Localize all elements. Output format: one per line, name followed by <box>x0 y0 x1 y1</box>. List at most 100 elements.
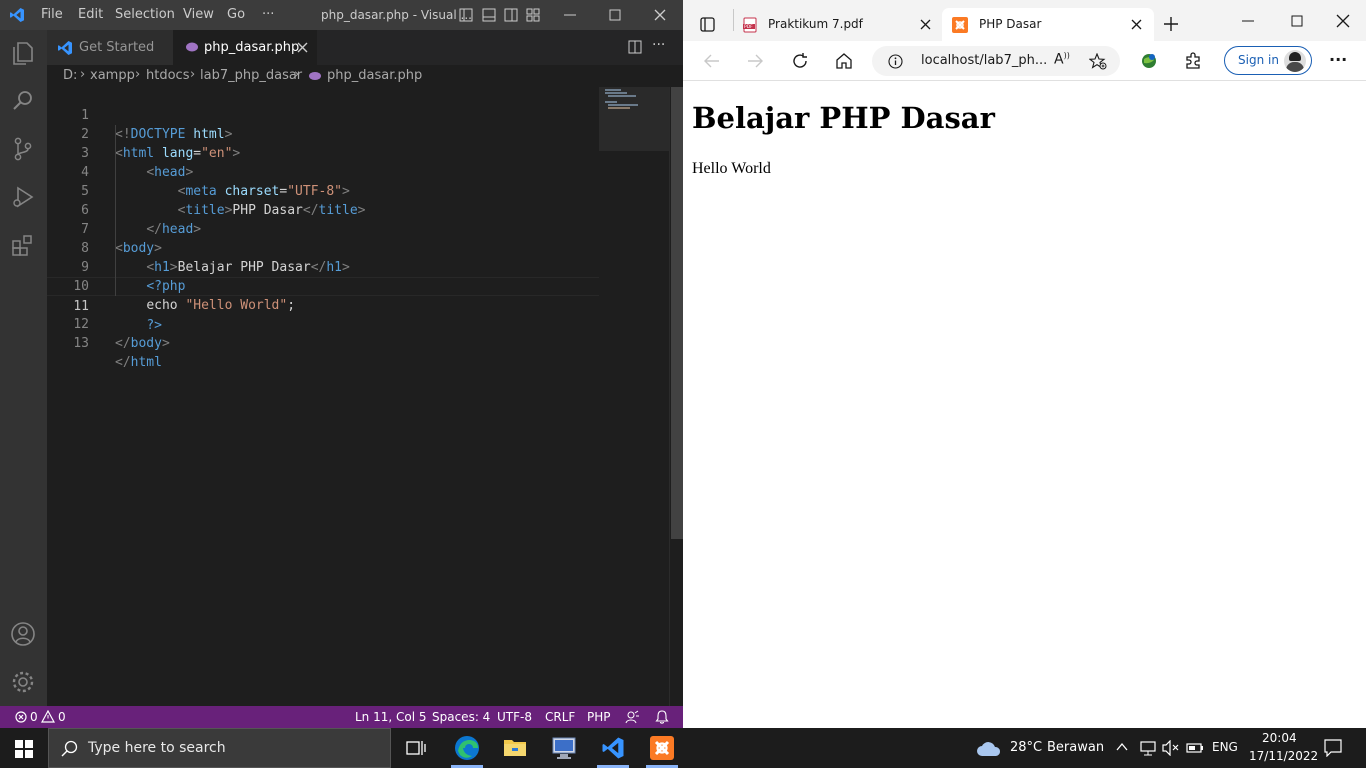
toggle-secondary-sidebar-icon[interactable] <box>504 8 518 22</box>
clock-time[interactable]: 20:04 <box>1262 731 1297 745</box>
weather-description[interactable]: Berawan <box>1047 740 1104 755</box>
close-window-icon[interactable] <box>1336 14 1350 28</box>
menu-go[interactable]: Go <box>227 7 245 22</box>
toggle-panel-icon[interactable] <box>482 8 496 22</box>
home-icon[interactable] <box>835 52 853 70</box>
sign-in-label: Sign in <box>1238 53 1279 67</box>
accounts-icon[interactable] <box>9 620 37 648</box>
warning-icon[interactable] <box>41 710 55 723</box>
tab-actions-icon[interactable] <box>700 17 715 32</box>
file-explorer-icon[interactable] <box>503 736 527 758</box>
settings-gear-icon[interactable] <box>9 668 37 696</box>
tab-php-dasar[interactable]: php_dasar.php <box>173 30 317 65</box>
menu-edit[interactable]: Edit <box>78 7 103 22</box>
tab-label: PHP Dasar <box>979 17 1042 31</box>
url-text[interactable]: localhost/lab7_ph... <box>921 53 1047 68</box>
battery-icon[interactable] <box>1186 740 1204 756</box>
errors-count[interactable]: 0 <box>30 710 38 724</box>
editor-tabs: Get Started php_dasar.php ··· <box>47 30 683 65</box>
read-aloud-icon[interactable]: A)) <box>1054 51 1070 68</box>
address-bar[interactable]: localhost/lab7_ph... A)) <box>872 46 1120 76</box>
back-arrow-icon[interactable] <box>703 53 720 69</box>
vscode-taskbar-icon[interactable] <box>601 736 625 760</box>
minimize-icon[interactable] <box>1241 14 1255 28</box>
close-tab-icon[interactable] <box>297 42 308 53</box>
end-of-line[interactable]: CRLF <box>545 710 575 724</box>
taskbar-search-box[interactable]: Type here to search <box>48 728 391 768</box>
minimap[interactable] <box>599 87 671 151</box>
run-debug-icon[interactable] <box>9 183 37 211</box>
add-favorite-star-icon[interactable] <box>1089 53 1107 70</box>
notifications-bell-icon[interactable] <box>655 710 669 724</box>
settings-more-icon[interactable]: ··· <box>1329 50 1347 69</box>
scrollbar-thumb[interactable] <box>671 87 683 539</box>
weather-temp[interactable]: 28°C <box>1010 740 1042 755</box>
token: body <box>130 336 162 351</box>
menu-selection[interactable]: Selection <box>115 7 175 22</box>
windows-start-icon[interactable] <box>15 740 33 758</box>
minimize-icon[interactable] <box>563 8 577 22</box>
breadcrumb-file[interactable]: php_dasar.php <box>327 68 422 83</box>
input-language[interactable]: ENG <box>1212 740 1238 754</box>
breadcrumb-xampp[interactable]: xampp <box>90 68 135 83</box>
forward-arrow-icon[interactable] <box>747 53 764 69</box>
browser-tab-pdf[interactable]: PDF Praktikum 7.pdf <box>734 8 939 41</box>
encoding[interactable]: UTF-8 <box>497 710 532 724</box>
chevron-up-icon[interactable] <box>1116 742 1128 752</box>
token: </ <box>115 336 131 351</box>
explorer-icon[interactable] <box>9 39 37 67</box>
tab-get-started[interactable]: Get Started <box>47 30 173 65</box>
code-line-current: 11 ?> <box>47 277 599 333</box>
notification-center-icon[interactable] <box>1324 739 1342 757</box>
cloud-weather-icon[interactable] <box>976 739 1002 757</box>
maximize-icon[interactable] <box>608 8 622 22</box>
chevron-right-icon: › <box>190 67 196 82</box>
pdf-file-icon: PDF <box>743 17 757 33</box>
close-tab-icon[interactable] <box>1131 19 1142 30</box>
menu-view[interactable]: View <box>183 7 214 22</box>
code-line: 7 <body> <box>47 201 599 256</box>
activity-bar <box>0 30 47 706</box>
search-icon[interactable] <box>9 87 37 115</box>
refresh-icon[interactable] <box>791 52 809 70</box>
code-editor[interactable]: 1 <!DOCTYPE html> 2 <html lang="en"> 3 <… <box>47 87 683 706</box>
error-icon[interactable] <box>15 711 27 723</box>
maximize-icon[interactable] <box>1290 14 1304 28</box>
new-tab-plus-icon[interactable] <box>1163 16 1179 32</box>
task-view-icon[interactable] <box>406 739 426 757</box>
menu-more[interactable]: ··· <box>262 7 274 22</box>
breadcrumb-htdocs[interactable]: htdocs <box>146 68 189 83</box>
language-mode[interactable]: PHP <box>587 710 611 724</box>
extension-globe-icon[interactable] <box>1139 51 1159 71</box>
edge-browser-icon[interactable] <box>454 735 480 761</box>
token: </ <box>115 355 131 370</box>
site-info-icon[interactable] <box>888 54 903 69</box>
browser-tab-active[interactable]: PHP Dasar <box>942 8 1154 41</box>
close-icon[interactable] <box>653 8 667 22</box>
breadcrumb-folder[interactable]: lab7_php_dasar <box>200 68 302 83</box>
editor-scrollbar[interactable] <box>669 87 683 706</box>
close-tab-icon[interactable] <box>920 19 931 30</box>
avatar <box>1284 50 1306 72</box>
split-editor-icon[interactable] <box>628 40 642 54</box>
menu-file[interactable]: File <box>41 7 63 22</box>
toggle-sidebar-icon[interactable] <box>459 8 473 22</box>
page-heading: Belajar PHP Dasar <box>692 101 995 135</box>
more-actions-icon[interactable]: ··· <box>652 37 665 53</box>
volume-muted-icon[interactable] <box>1162 740 1180 756</box>
warnings-count[interactable]: 0 <box>58 710 66 724</box>
customize-layout-icon[interactable] <box>526 8 540 22</box>
breadcrumb-drive[interactable]: D: <box>63 68 77 83</box>
extensions-puzzle-icon[interactable] <box>1183 51 1203 71</box>
source-control-icon[interactable] <box>9 135 37 163</box>
clock-date[interactable]: 17/11/2022 <box>1249 749 1318 763</box>
remote-desktop-icon[interactable] <box>551 735 577 761</box>
indentation[interactable]: Spaces: 4 <box>432 710 490 724</box>
xampp-taskbar-icon[interactable] <box>650 736 674 760</box>
extensions-icon[interactable] <box>9 231 37 259</box>
network-icon[interactable] <box>1139 740 1157 756</box>
search-icon <box>61 740 78 757</box>
cursor-position[interactable]: Ln 11, Col 5 <box>355 710 427 724</box>
feedback-icon[interactable] <box>625 710 639 724</box>
sign-in-button[interactable]: Sign in <box>1224 46 1312 75</box>
